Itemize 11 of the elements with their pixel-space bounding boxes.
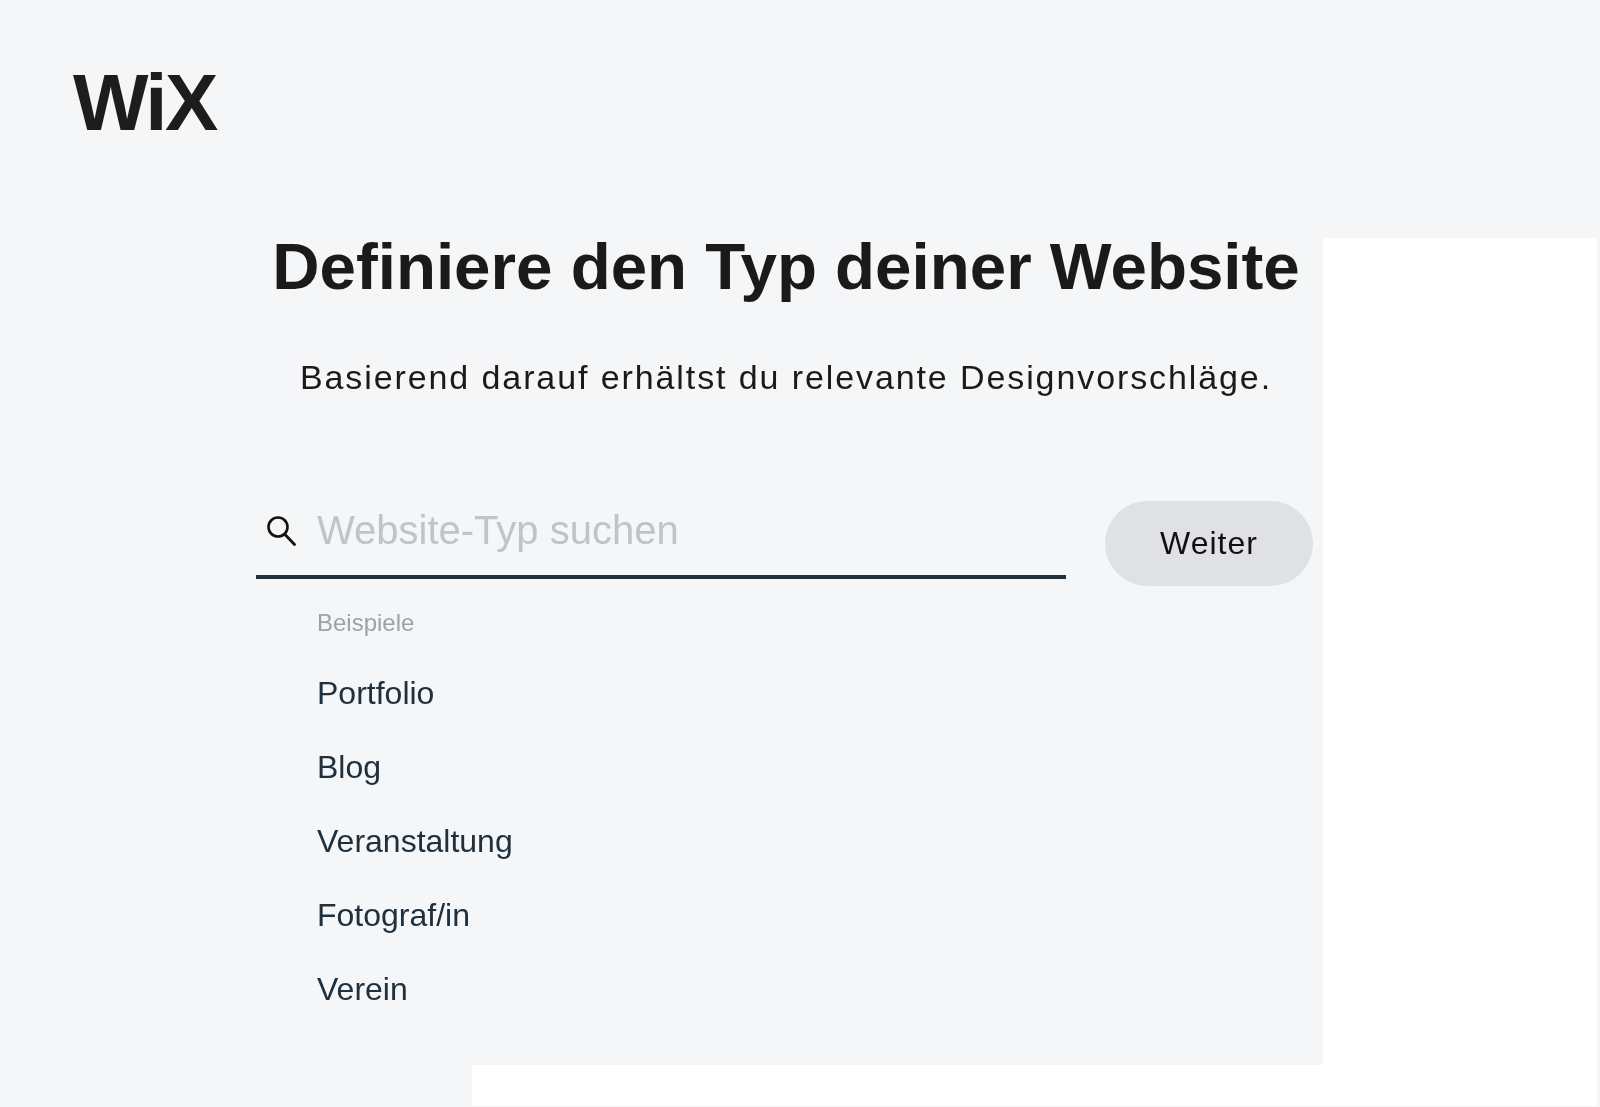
suggestion-item[interactable]: Blog <box>317 747 382 787</box>
suggestion-item[interactable]: Verein <box>317 969 408 1009</box>
next-button[interactable]: Weiter <box>1105 501 1313 586</box>
suggestion-item[interactable]: Fotograf/in <box>317 895 470 935</box>
suggestion-item[interactable]: Portfolio <box>317 673 435 713</box>
search-icon <box>266 515 296 546</box>
examples-label: Beispiele <box>317 608 415 638</box>
logo[interactable]: WiX <box>73 63 216 143</box>
page-subheading: Basierend darauf erhältst du relevante Designvorschläge. <box>300 357 1272 397</box>
suggestion-item[interactable]: Veranstaltung <box>317 821 513 861</box>
page-heading: Definiere den Typ deiner Website <box>272 229 1300 305</box>
